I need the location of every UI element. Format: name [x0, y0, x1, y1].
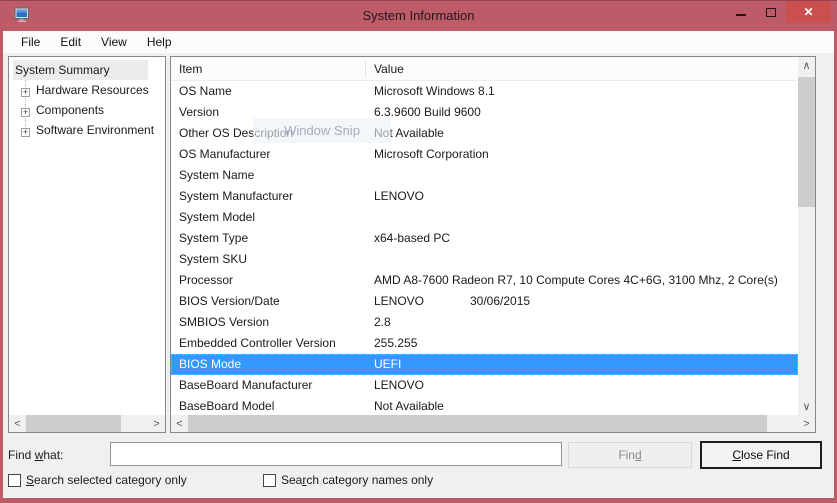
menu-file[interactable]: File [11, 32, 50, 52]
list-row-smbios-version[interactable]: SMBIOS Version 2.8 [171, 312, 798, 333]
expand-plus-icon[interactable]: + [21, 128, 30, 137]
expand-plus-icon[interactable]: + [21, 108, 30, 117]
menu-bar: File Edit View Help [3, 31, 834, 53]
list-row-embedded-controller-version[interactable]: Embedded Controller Version 255.255 [171, 333, 798, 354]
row-item-cell: BaseBoard Manufacturer [179, 375, 312, 396]
list-row-system-type[interactable]: System Type x64-based PC [171, 228, 798, 249]
close-find-button[interactable]: Close Find [700, 441, 822, 469]
row-item-cell: System Type [179, 228, 248, 249]
tree-item-system-summary[interactable]: System Summary [9, 60, 165, 80]
find-button[interactable]: Find [568, 442, 692, 468]
row-item-cell: OS Name [179, 81, 232, 102]
caption-buttons [726, 1, 831, 23]
row-item-cell: OS Manufacturer [179, 144, 270, 165]
titlebar: System Information [0, 1, 837, 31]
list-vertical-scrollbar[interactable] [798, 57, 815, 415]
details-list-panel: Item Value OS NameMicrosoft Windows 8.1V… [170, 56, 816, 433]
row-item-cell: Embedded Controller Version [179, 333, 336, 354]
tree-item-components[interactable]: + Components [9, 100, 165, 120]
find-input[interactable] [110, 442, 562, 466]
search-category-names-label: Search category names only [281, 473, 433, 487]
maximize-button[interactable] [756, 1, 786, 23]
tree-horizontal-scrollbar[interactable] [9, 415, 165, 432]
row-value-cell: AMD A8-7600 Radeon R7, 10 Compute Cores … [374, 270, 778, 291]
search-selected-category-checkbox[interactable]: Search selected category only [8, 472, 187, 488]
list-row-system-sku[interactable]: System SKU [171, 249, 798, 270]
list-vscroll-thumb[interactable] [798, 77, 815, 207]
row-value-cell: LENOVO [374, 291, 424, 312]
tree-item-label: Hardware Resources [36, 83, 149, 97]
list-row-system-name[interactable]: System Name [171, 165, 798, 186]
category-tree-panel: System Summary + Hardware Resources + Compon… [8, 56, 166, 433]
list-row-system-model[interactable]: System Model [171, 207, 798, 228]
column-header-item[interactable]: Item [179, 57, 202, 81]
row-item-cell: Version [179, 102, 219, 123]
row-item-cell: System Name [179, 165, 254, 186]
tree-item-label: Software Environment [36, 123, 154, 137]
scroll-right-icon[interactable] [148, 415, 165, 432]
close-button[interactable] [786, 1, 831, 23]
column-header-value[interactable]: Value [374, 57, 404, 81]
row-value-cell: LENOVO [374, 375, 424, 396]
scroll-right-icon[interactable] [798, 415, 815, 432]
list-row-processor[interactable]: Processor AMD A8-7600 Radeon R7, 10 Compu… [171, 270, 798, 291]
list-row-os-manufacturer[interactable]: OS Manufacturer Microsoft Corporation [171, 144, 798, 165]
row-value-cell: Microsoft Windows 8.1 [374, 81, 495, 102]
checkbox-icon[interactable] [263, 474, 276, 487]
maximize-icon [766, 8, 776, 17]
menu-help[interactable]: Help [137, 32, 182, 52]
find-what-label: Find what: [8, 448, 63, 462]
scroll-up-icon[interactable] [798, 57, 815, 74]
row-item-cell: SMBIOS Version [179, 312, 269, 333]
row-item-cell: System Model [179, 207, 255, 228]
checkbox-icon[interactable] [8, 474, 21, 487]
row-item-cell: BIOS Mode [179, 354, 241, 375]
column-divider[interactable] [365, 60, 366, 78]
row-item-cell: System SKU [179, 249, 247, 270]
window-snip-ghost: Window Snip [253, 118, 391, 143]
list-row-bios-mode[interactable]: BIOS Mode UEFI [171, 354, 798, 375]
list-row-os-name[interactable]: OS Name Microsoft Windows 8.1 [171, 81, 798, 102]
row-item-cell: BIOS Version/Date [179, 291, 280, 312]
scroll-down-icon[interactable] [798, 398, 815, 415]
list-row-bios-version-date[interactable]: BIOS Version/Date LENOVO 30/06/2015 [171, 291, 798, 312]
tree-hscroll-thumb[interactable] [26, 415, 121, 432]
list-header: Item Value [171, 57, 798, 81]
scroll-left-icon[interactable] [171, 415, 188, 432]
row-item-cell: BaseBoard Model [179, 396, 274, 414]
search-category-names-checkbox[interactable]: Search category names only [263, 472, 433, 488]
system-information-window: System Information File Edit View Help S… [0, 0, 837, 503]
list-row-system-manufacturer[interactable]: System Manufacturer LENOVO [171, 186, 798, 207]
tree-item-label: Components [36, 103, 104, 117]
tree-item-label: System Summary [13, 60, 148, 80]
scroll-left-icon[interactable] [9, 415, 26, 432]
list-horizontal-scrollbar[interactable] [171, 415, 815, 432]
expand-plus-icon[interactable]: + [21, 88, 30, 97]
row-value-cell: 255.255 [374, 333, 417, 354]
close-icon [803, 5, 813, 19]
list-hscroll-thumb[interactable] [188, 415, 767, 432]
tree-item-software-environment[interactable]: + Software Environment [9, 120, 165, 140]
menu-view[interactable]: View [91, 32, 137, 52]
row-value2-cell: 30/06/2015 [470, 291, 530, 312]
tree-item-hardware-resources[interactable]: + Hardware Resources [9, 80, 165, 100]
row-value-cell: Not Available [374, 396, 444, 414]
search-selected-category-label: Search selected category only [26, 473, 187, 487]
list-row-baseboard-manufacturer[interactable]: BaseBoard Manufacturer LENOVO [171, 375, 798, 396]
row-value-cell: LENOVO [374, 186, 424, 207]
minimize-button[interactable] [726, 1, 756, 23]
row-item-cell: Processor [179, 270, 233, 291]
row-value-cell: Microsoft Corporation [374, 144, 489, 165]
menu-edit[interactable]: Edit [50, 32, 91, 52]
row-item-cell: System Manufacturer [179, 186, 293, 207]
tree-items: System Summary + Hardware Resources + Compon… [9, 60, 165, 140]
row-value-cell: 2.8 [374, 312, 391, 333]
window-title: System Information [0, 1, 837, 31]
row-value-cell: x64-based PC [374, 228, 450, 249]
minimize-icon [736, 14, 746, 16]
list-row-baseboard-model[interactable]: BaseBoard Model Not Available [171, 396, 798, 414]
row-value-cell: UEFI [374, 354, 401, 375]
